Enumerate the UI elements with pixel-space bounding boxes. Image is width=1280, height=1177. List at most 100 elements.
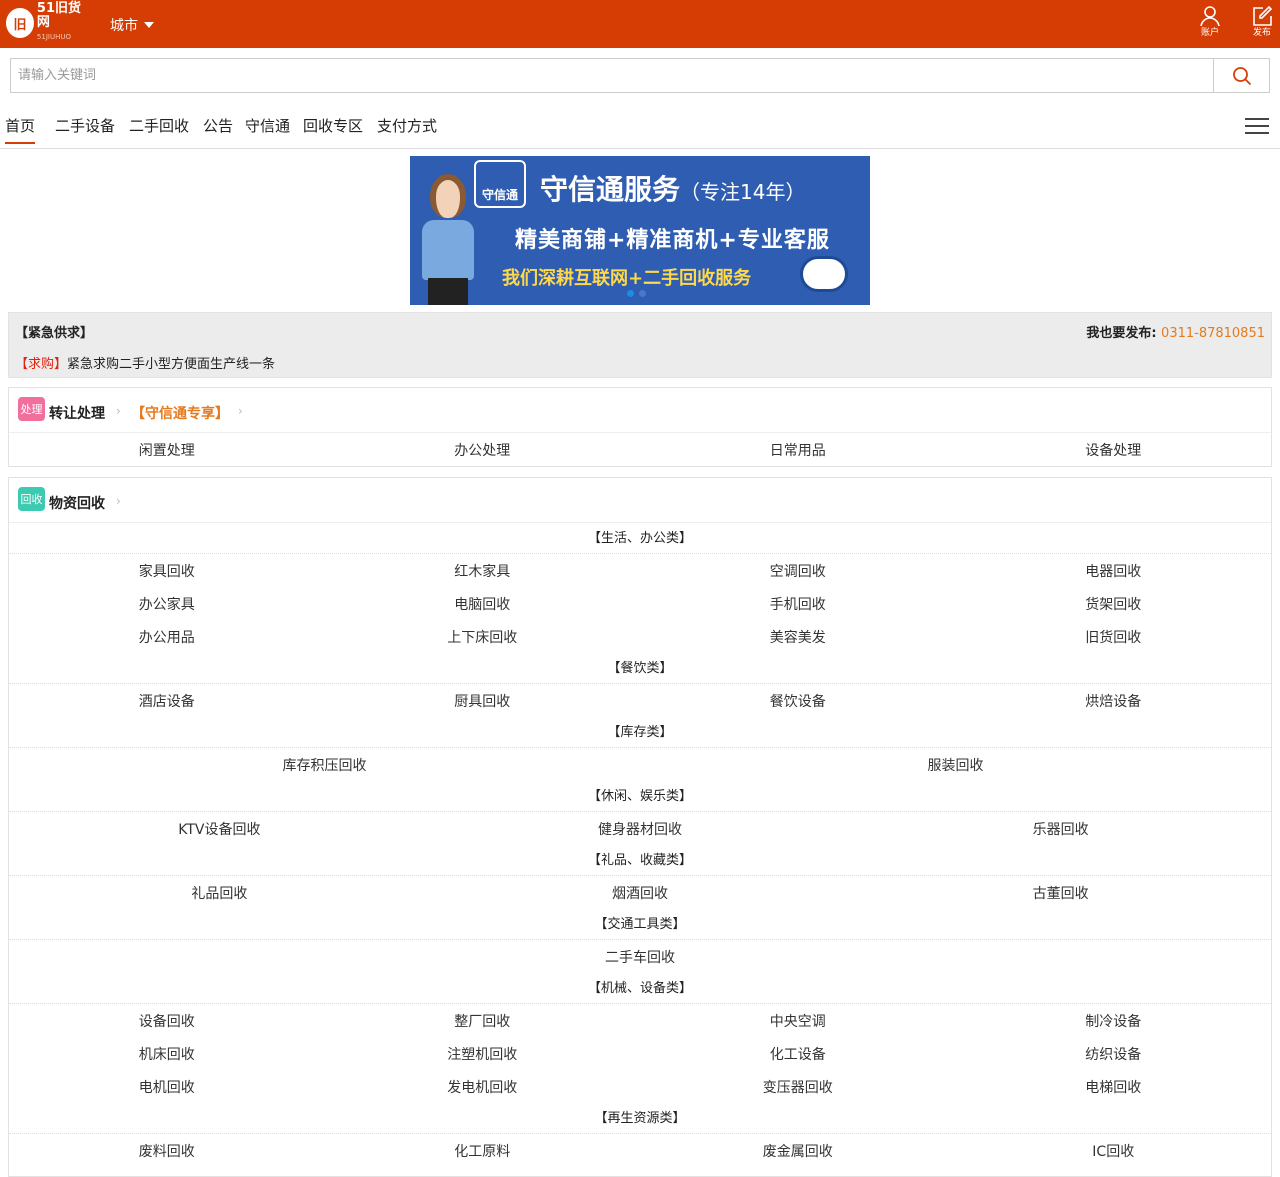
link-item[interactable]: 办公处理 [325,440,641,460]
transfer-row: 闲置处理 办公处理 日常用品 设备处理 [9,433,1271,466]
banner-logo: 守信通 [474,160,526,208]
link-item[interactable]: 办公用品 [9,627,325,647]
link-item[interactable]: 空调回收 [640,561,956,581]
category-row: 办公用品 上下床回收 美容美发 旧货回收 [9,620,1271,653]
banner-line3: 我们深耕互联网+二手回收服务 [502,268,752,289]
category-label: 【交通工具类】 [9,909,1271,940]
link-item[interactable]: 家具回收 [9,561,325,581]
site-logo[interactable]: 旧 51旧货网 51JIUHUO [6,2,90,41]
city-selector[interactable]: 城市 [110,15,154,35]
link-item[interactable]: 注塑机回收 [325,1044,641,1064]
link-item[interactable]: 制冷设备 [956,1011,1272,1031]
link-item[interactable]: 设备回收 [9,1011,325,1031]
search-icon [1232,66,1251,85]
link-item[interactable]: KTV设备回收 [9,819,430,839]
nav-shouxintong[interactable]: 守信通 [245,115,290,136]
nav-payment[interactable]: 支付方式 [377,115,437,136]
link-item[interactable]: IC回收 [956,1141,1272,1161]
link-item[interactable]: 日常用品 [640,440,956,460]
link-item[interactable]: 变压器回收 [640,1077,956,1097]
link-item[interactable]: 化工原料 [325,1141,641,1161]
caret-down-icon [144,22,154,28]
link-item[interactable]: 烘焙设备 [956,691,1272,711]
link-item[interactable]: 美容美发 [640,627,956,647]
nav-used-recycling[interactable]: 二手回收 [129,115,189,136]
chevron-right-icon: › [116,404,121,418]
link-item[interactable]: 电器回收 [956,561,1272,581]
recycle-list: 【生活、办公类】家具回收 红木家具 空调回收 电器回收办公家具 电脑回收 手机回收 货架回收… [9,523,1271,1167]
account-button[interactable]: 账户 [1190,5,1230,45]
nav-notice[interactable]: 公告 [203,115,233,136]
link-item[interactable]: 手机回收 [640,594,956,614]
link-item[interactable]: 设备处理 [956,440,1272,460]
link-item[interactable]: 健身器材回收 [430,819,851,839]
link-item[interactable]: 古董回收 [850,883,1271,903]
link-item[interactable]: 酒店设备 [9,691,325,711]
nav-used-equipment[interactable]: 二手设备 [55,115,115,136]
publish-phone[interactable]: 0311-87810851 [1161,326,1265,341]
search-input[interactable] [11,59,1213,92]
urgent-item[interactable]: 【求购】紧急求购二手小型方便面生产线一条 [15,353,275,372]
category-label: 【生活、办公类】 [9,523,1271,554]
link-item[interactable]: 二手车回收 [9,947,1271,967]
link-item[interactable]: 服装回收 [640,755,1271,775]
category-label: 【库存类】 [9,717,1271,748]
link-item[interactable]: 红木家具 [325,561,641,581]
category-row: 设备回收 整厂回收 中央空调 制冷设备 [9,1004,1271,1037]
search-bar [10,58,1270,93]
link-item[interactable]: 纺织设备 [956,1044,1272,1064]
link-item[interactable]: 中央空调 [640,1011,956,1031]
recycle-badge: 回收 [18,487,45,511]
link-item[interactable]: 上下床回收 [325,627,641,647]
link-item[interactable]: 化工设备 [640,1044,956,1064]
transfer-sub-link[interactable]: 【守信通专享】 [131,403,229,423]
link-item[interactable]: 废料回收 [9,1141,325,1161]
urgent-supply-panel: 【紧急供求】 我也要发布: 0311-87810851 【求购】紧急求购二手小型… [8,312,1272,378]
promo-banner[interactable]: 守信通 守信通服务（专注14年） 精美商铺+精准商机+专业客服 我们深耕互联网+… [410,156,870,305]
category-row: 机床回收 注塑机回收 化工设备 纺织设备 [9,1037,1271,1070]
link-item[interactable]: 电机回收 [9,1077,325,1097]
link-item[interactable]: 货架回收 [956,594,1272,614]
banner-title-note: （专注14年） [680,180,806,204]
banner-title: 守信通服务 [540,173,681,206]
category-label: 【休闲、娱乐类】 [9,781,1271,812]
link-item[interactable]: 旧货回收 [956,627,1272,647]
category-row: 废料回收 化工原料 废金属回收 IC回收 [9,1134,1271,1167]
link-item[interactable]: 电梯回收 [956,1077,1272,1097]
link-item[interactable]: 闲置处理 [9,440,325,460]
link-item[interactable]: 整厂回收 [325,1011,641,1031]
chevron-right-icon: › [116,494,121,508]
category-row: 二手车回收 [9,940,1271,973]
logo-text: 51旧货网 [36,1,81,30]
banner-line2: 精美商铺+精准商机+专业客服 [515,228,830,253]
search-button[interactable] [1213,59,1269,92]
nav-recycle-zone[interactable]: 回收专区 [303,115,363,136]
city-label: 城市 [110,18,138,34]
nav-home[interactable]: 首页 [5,115,36,144]
logo-subtext: 51JIUHUO [36,33,71,41]
urgent-tag: 【求购】 [15,357,68,372]
recycle-title[interactable]: 物资回收 [49,493,105,513]
link-item[interactable]: 烟酒回收 [430,883,851,903]
link-item[interactable]: 办公家具 [9,594,325,614]
menu-icon[interactable] [1245,118,1269,136]
link-item[interactable]: 库存积压回收 [9,755,640,775]
transfer-section: 处理 转让处理 › 【守信通专享】 › 闲置处理 办公处理 日常用品 设备处理 [8,387,1272,467]
category-row: 电机回收 发电机回收 变压器回收 电梯回收 [9,1070,1271,1103]
carousel-dot[interactable] [639,290,646,297]
link-item[interactable]: 餐饮设备 [640,691,956,711]
link-item[interactable]: 乐器回收 [850,819,1271,839]
post-button[interactable]: 发布 [1242,5,1280,45]
carousel-dot[interactable] [627,290,634,297]
chevron-right-icon: › [238,404,243,418]
link-item[interactable]: 发电机回收 [325,1077,641,1097]
link-item[interactable]: 礼品回收 [9,883,430,903]
category-row: KTV设备回收 健身器材回收 乐器回收 [9,812,1271,845]
link-item[interactable]: 废金属回收 [640,1141,956,1161]
link-item[interactable]: 机床回收 [9,1044,325,1064]
publish-label: 我也要发布: [1086,326,1157,341]
user-icon [1200,6,1220,27]
link-item[interactable]: 厨具回收 [325,691,641,711]
link-item[interactable]: 电脑回收 [325,594,641,614]
transfer-title[interactable]: 转让处理 [49,403,105,423]
